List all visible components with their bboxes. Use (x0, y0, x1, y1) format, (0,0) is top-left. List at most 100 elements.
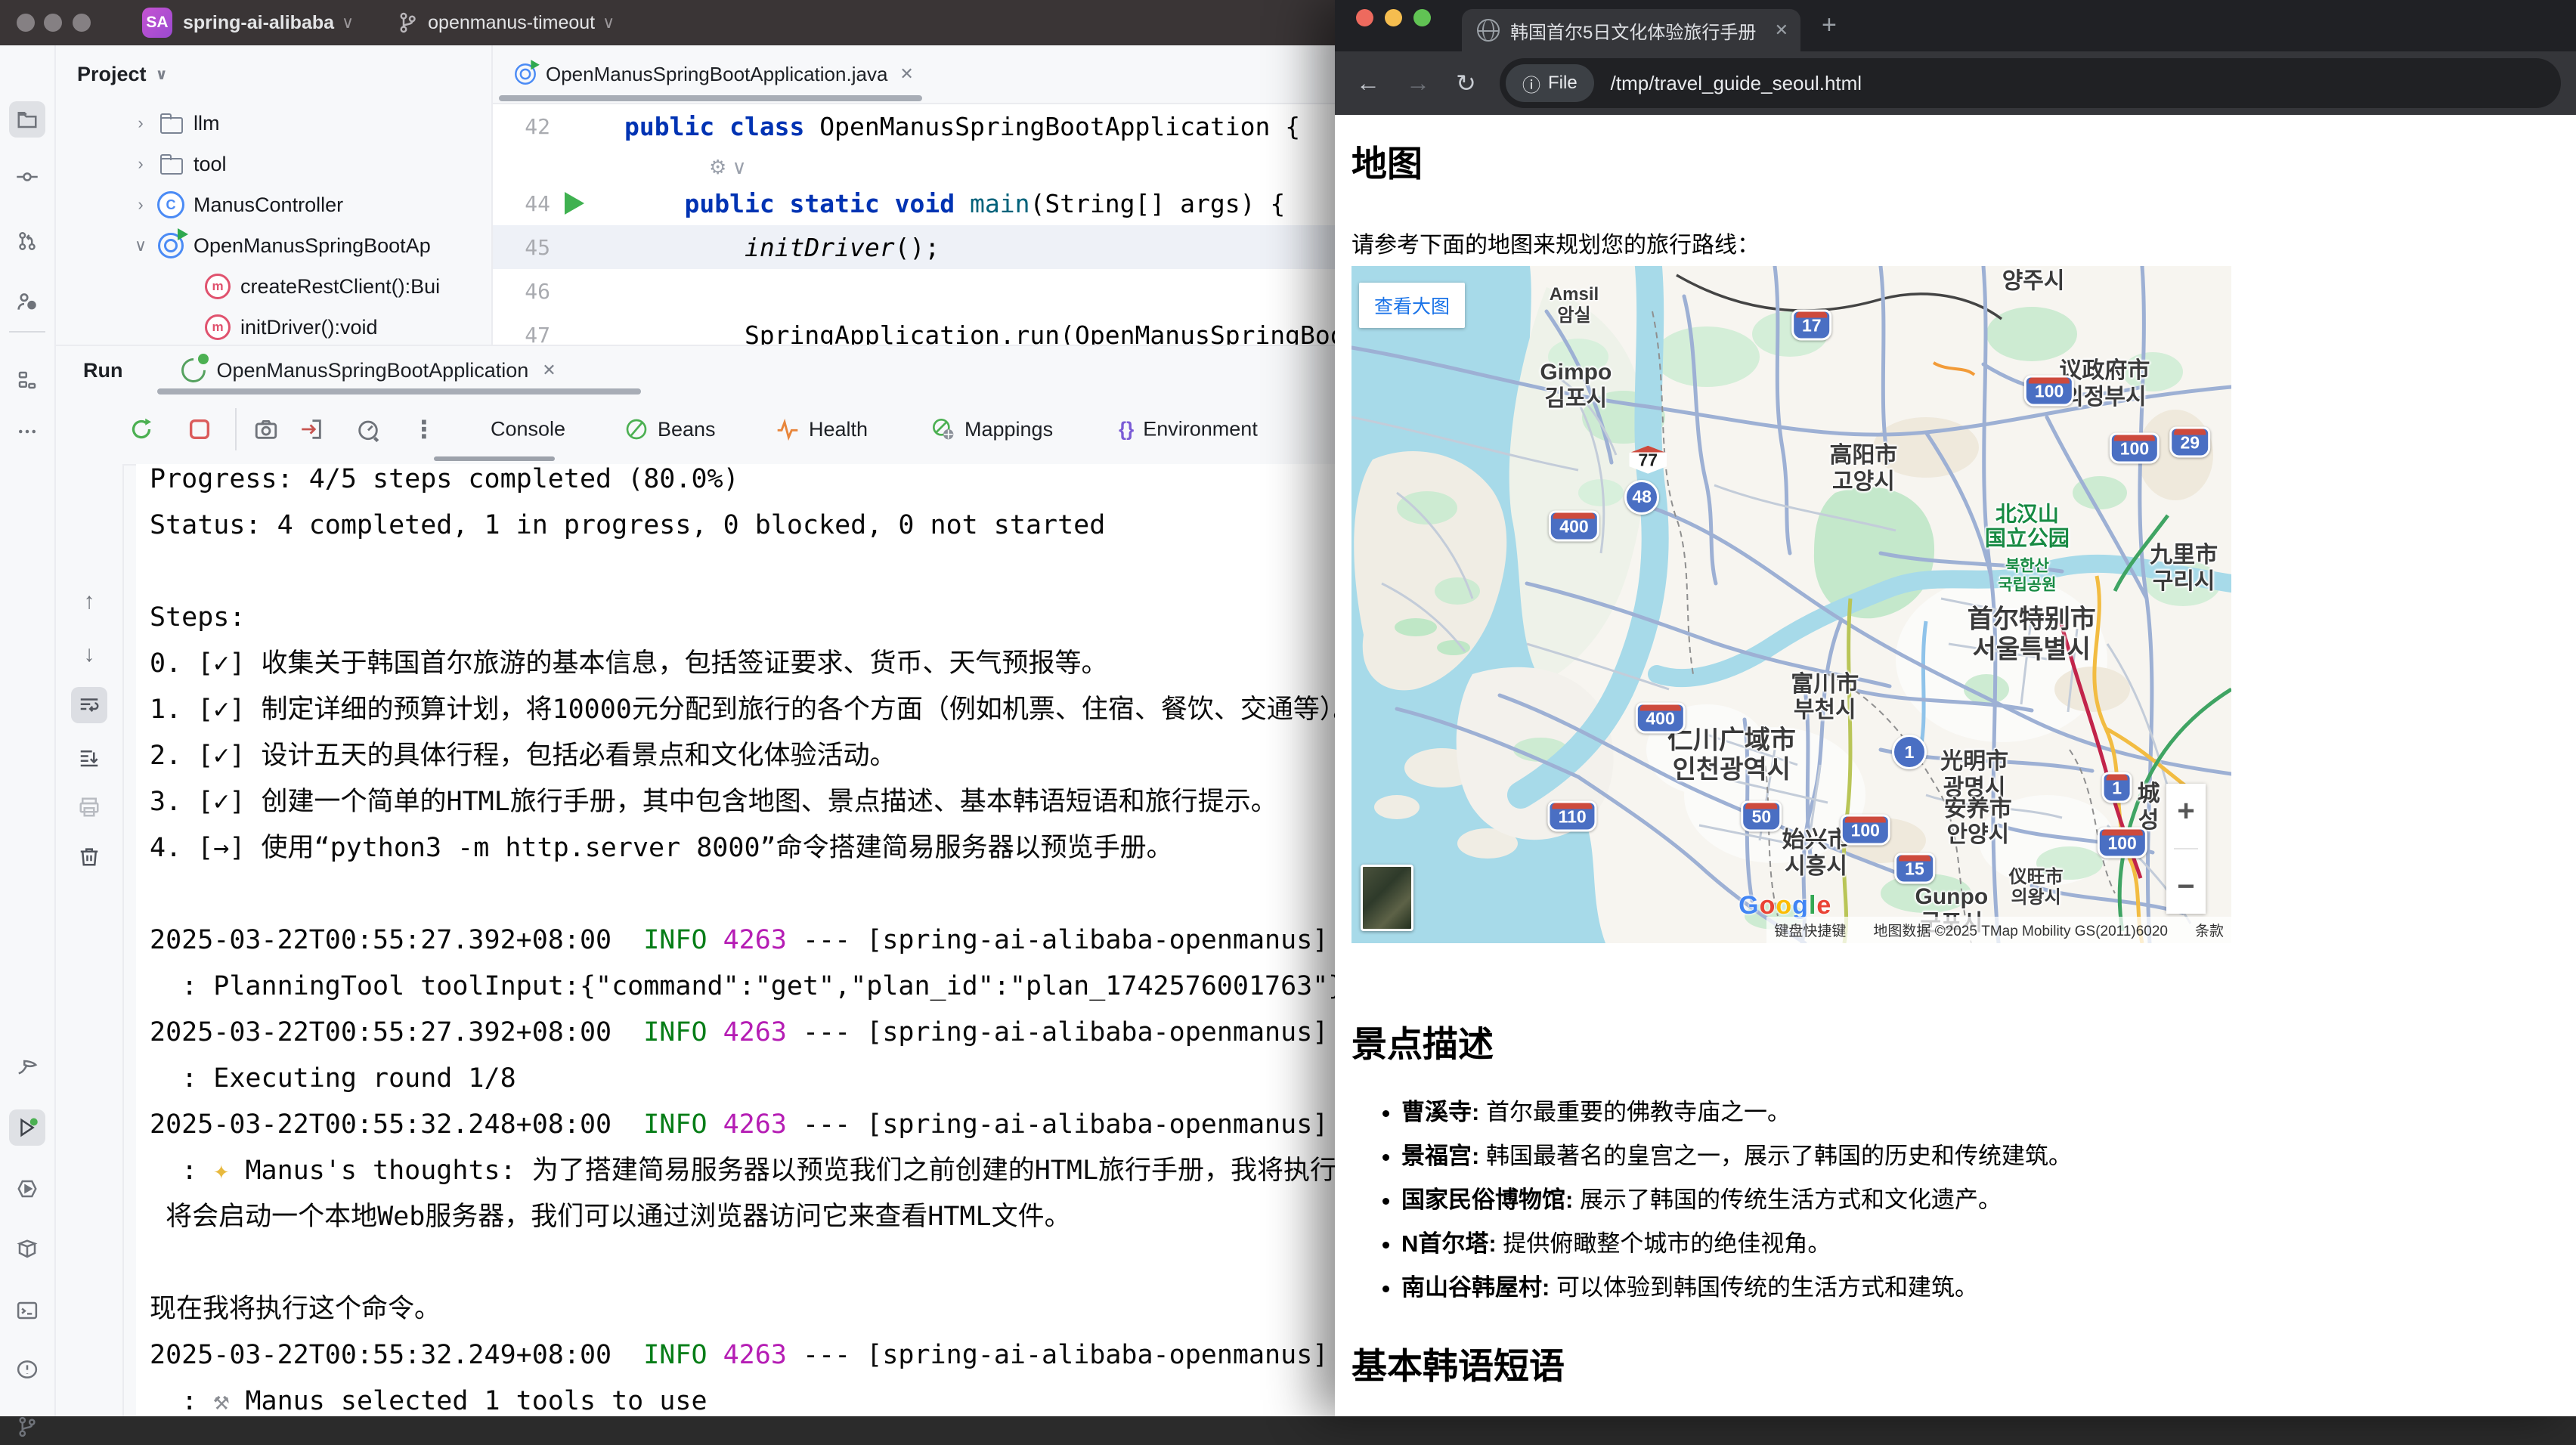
editor-gutter[interactable] (550, 192, 599, 215)
clear-console-icon[interactable] (71, 838, 107, 874)
window-close-button[interactable] (1356, 9, 1373, 26)
map-city-label: 富川市부천시 (1791, 672, 1859, 725)
console-output[interactable]: Progress: 4/5 steps completed (80.0%)Sta… (136, 464, 1335, 1416)
git-tool-icon[interactable] (9, 1409, 45, 1445)
route-shield: 48 (1624, 480, 1659, 515)
editor-tab[interactable]: OpenManusSpringBootApplication.java ✕ (512, 61, 914, 87)
tab-health[interactable]: Health (776, 417, 868, 441)
build-tool-icon[interactable] (9, 1050, 45, 1087)
structure-tool-icon[interactable] (9, 362, 45, 398)
route-shield: 100 (1841, 815, 1890, 846)
chevron-down-icon[interactable]: ∨ (342, 13, 354, 32)
commit-tool-icon[interactable] (9, 159, 45, 195)
run-config-tab[interactable]: OpenManusSpringBootApplication ✕ (181, 358, 556, 382)
run-tool-icon[interactable] (9, 1109, 45, 1146)
map-attribution-item[interactable]: 键盘快捷键 (1774, 920, 1846, 940)
terminal-tool-icon[interactable] (9, 1292, 45, 1329)
tree-item-icon (157, 232, 184, 259)
window-close-button[interactable] (17, 14, 35, 32)
soft-wrap-icon[interactable] (71, 687, 107, 723)
route-shield: 15 (1894, 853, 1935, 884)
tree-row[interactable]: createRestClient():Bui (56, 266, 491, 307)
reload-icon[interactable]: ↻ (1456, 69, 1476, 97)
up-arrow-icon[interactable]: ↑ (71, 583, 107, 620)
back-icon[interactable]: ← (1356, 70, 1380, 97)
print-icon[interactable] (71, 789, 107, 825)
map-embed[interactable]: Amsil암실 Gimpo김포시 양주시 议政府市의정부시 (1351, 266, 2231, 943)
map-city-label: 양주시 (2002, 268, 2065, 295)
forward-icon[interactable]: → (1406, 70, 1430, 97)
code-text: ⚙ ∨ (599, 150, 747, 180)
map-city-label: 북한산국립공원 (1998, 558, 2056, 595)
zoom-in-button[interactable]: + (2177, 794, 2194, 828)
view-larger-map-link[interactable]: 查看大图 (1359, 283, 1465, 328)
map-attribution-item[interactable]: 条款 (2195, 920, 2224, 940)
close-icon[interactable]: ✕ (899, 64, 913, 84)
close-icon[interactable]: ✕ (542, 360, 556, 380)
tree-chevron-icon[interactable]: ∨ (130, 236, 151, 255)
problems-tool-icon[interactable] (9, 1351, 45, 1388)
route-shield: 50 (1742, 801, 1782, 832)
tree-row[interactable]: › llm (56, 103, 491, 144)
scroll-to-end-icon[interactable] (71, 740, 107, 776)
new-tab-button[interactable]: + (1822, 11, 1837, 40)
tree-chevron-icon[interactable]: › (130, 195, 151, 215)
toolbar-divider (235, 408, 237, 450)
run-config-selector[interactable]: openmanus-timeout ∨ (396, 11, 615, 34)
down-arrow-icon[interactable]: ↓ (71, 636, 107, 673)
web-page: 地图 请参考下面的地图来规划您的旅行路线： (1335, 115, 2576, 1416)
gear-inlay-icon[interactable]: ⚙ ∨ (709, 156, 747, 178)
tab-beans[interactable]: Beans (624, 417, 716, 441)
exit-icon[interactable] (299, 416, 324, 442)
route-shield: 400 (1549, 511, 1599, 542)
thread-dump-icon[interactable] (253, 416, 279, 442)
rerun-button[interactable] (128, 416, 155, 443)
tree-item-icon (157, 150, 184, 178)
more-tools-icon[interactable] (9, 413, 45, 450)
services-tool-icon[interactable] (9, 1231, 45, 1267)
satellite-layer-thumbnail[interactable] (1361, 865, 1413, 931)
window-minimize-button[interactable] (44, 14, 62, 32)
file-scheme-chip[interactable]: ⓘ File (1506, 64, 1594, 102)
attraction-item: 国家民俗博物馆: 展示了韩国的传统生活方式和文化遗产。 (1401, 1180, 2559, 1214)
console-line: 1. [✓] 制定详细的预算计划，将10000元分配到旅行的各个方面（例如机票、… (150, 687, 1335, 733)
map-city-label: 高阳市고양시 (1829, 443, 1897, 496)
route-shield: 17 (1791, 309, 1832, 340)
route-shield: 400 (1635, 702, 1685, 733)
pull-requests-icon[interactable] (9, 223, 45, 259)
project-name[interactable]: spring-ai-alibaba (183, 12, 334, 34)
tab-console[interactable]: Console (491, 418, 565, 441)
project-tool-icon[interactable] (9, 101, 45, 138)
debug-tool-icon[interactable] (9, 1171, 45, 1207)
close-icon[interactable]: ✕ (1775, 20, 1788, 40)
url-text[interactable]: /tmp/travel_guide_seoul.html (1611, 72, 1862, 95)
browser-tab[interactable]: 韩国首尔5日文化体验旅行手册 ✕ (1462, 9, 1800, 51)
route-shield: 100 (2110, 433, 2160, 464)
map-attribution-item[interactable]: 地图数据 ©2025 TMap Mobility GS(2011)6020 (1873, 920, 2168, 940)
window-zoom-button[interactable] (73, 14, 91, 32)
window-zoom-button[interactable] (1413, 9, 1431, 26)
stop-button[interactable] (187, 416, 212, 442)
map-city-label: 城성 (2138, 781, 2160, 834)
map-city-label: 安养市안양시 (1944, 797, 2012, 849)
url-bar[interactable]: ⓘ File /tmp/travel_guide_seoul.html (1500, 58, 2561, 108)
gauge-icon[interactable] (355, 416, 381, 442)
zoom-out-button[interactable]: − (2177, 870, 2194, 904)
tree-row[interactable]: initDriver():void (56, 307, 491, 348)
tab-mappings[interactable]: Mappings (931, 417, 1053, 441)
tree-chevron-icon[interactable]: › (130, 154, 151, 174)
zoom-divider (2174, 848, 2198, 849)
tree-chevron-icon[interactable]: › (130, 113, 151, 133)
window-minimize-button[interactable] (1385, 9, 1402, 26)
tree-row[interactable]: › tool (56, 144, 491, 184)
project-panel-header[interactable]: Project ∨ (56, 45, 491, 103)
console-line: : Executing round 1/8 (150, 1056, 1335, 1102)
braces-icon: {} (1119, 418, 1134, 441)
tree-row[interactable]: ∨ OpenManusSpringBootAp (56, 225, 491, 266)
ai-assistant-icon[interactable]: ? (9, 283, 45, 320)
kebab-menu-icon[interactable]: ⋮ (412, 415, 436, 444)
tab-environment[interactable]: {} Environment (1119, 418, 1258, 441)
tree-row[interactable]: › ManusController (56, 184, 491, 225)
route-shield: 1 (2101, 772, 2132, 803)
run-line-icon[interactable] (565, 192, 584, 215)
